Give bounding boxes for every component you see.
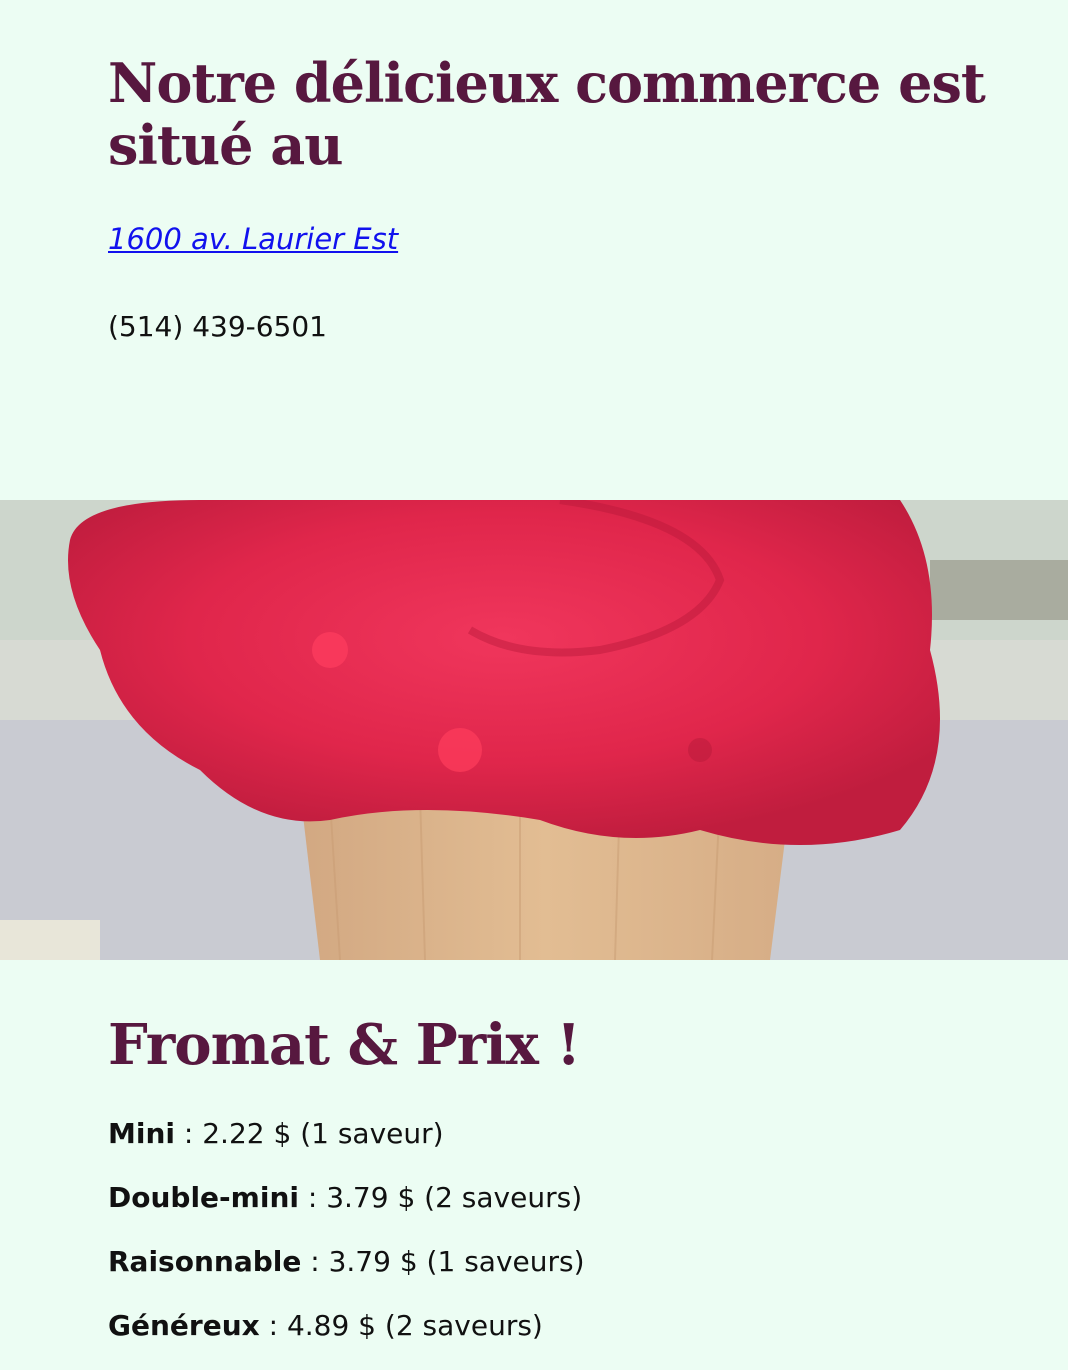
prices-section: Fromat & Prix ! Mini : 2.22 $ (1 saveur)… bbox=[108, 1012, 1008, 1358]
price-item-double-mini: Double-mini : 3.79 $ (2 saveurs) bbox=[108, 1166, 1008, 1230]
ice-cream-image bbox=[0, 500, 1068, 960]
location-section: Notre délicieux commerce est situé au 16… bbox=[108, 52, 1008, 343]
price-list: Mini : 2.22 $ (1 saveur) Double-mini : 3… bbox=[108, 1102, 1008, 1358]
price-item-detail: : 2.22 $ (1 saveur) bbox=[175, 1117, 444, 1150]
price-item-name: Raisonnable bbox=[108, 1245, 302, 1278]
price-item-name: Généreux bbox=[108, 1309, 260, 1342]
price-item-raisonnable: Raisonnable : 3.79 $ (1 saveurs) bbox=[108, 1230, 1008, 1294]
location-heading: Notre délicieux commerce est situé au bbox=[108, 51, 986, 177]
price-item-mini: Mini : 2.22 $ (1 saveur) bbox=[108, 1102, 1008, 1166]
prices-heading: Fromat & Prix ! bbox=[108, 1012, 581, 1078]
price-item-name: Mini bbox=[108, 1117, 175, 1150]
price-item-name: Double-mini bbox=[108, 1181, 299, 1214]
ice-cream-cone-photo bbox=[0, 500, 1068, 960]
price-item-detail: : 3.79 $ (1 saveurs) bbox=[301, 1245, 585, 1278]
address-link[interactable]: 1600 av. Laurier Est bbox=[108, 222, 398, 256]
price-item-genereux: Généreux : 4.89 $ (2 saveurs) bbox=[108, 1294, 1008, 1358]
price-item-detail: : 4.89 $ (2 saveurs) bbox=[259, 1309, 543, 1342]
price-item-detail: : 3.79 $ (2 saveurs) bbox=[298, 1181, 583, 1214]
phone-number: (514) 439-6501 bbox=[108, 310, 327, 343]
